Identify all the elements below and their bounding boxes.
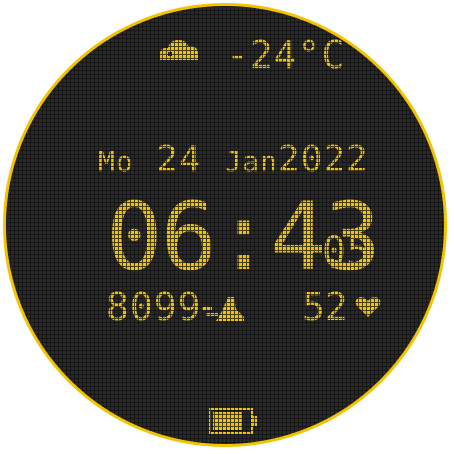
- heart-icon: [355, 296, 381, 321]
- footsteps-icon: [202, 291, 250, 328]
- heart-rate: 52: [302, 285, 348, 329]
- date-line: Mo 24 Jan2022: [98, 142, 369, 178]
- cloud-icon: [154, 34, 204, 65]
- day-of-month: 24: [156, 139, 202, 180]
- battery-icon: [209, 408, 259, 437]
- month: Jan: [224, 145, 279, 178]
- year: 2022: [278, 139, 369, 180]
- day-of-week: Mo: [98, 145, 134, 178]
- time-seconds: 05: [322, 229, 371, 275]
- watch-face: -24°C Mo 24 Jan2022 06:43 05 8099 52: [3, 3, 447, 447]
- temperature: -24°C: [226, 33, 346, 77]
- step-count: 8099: [106, 285, 202, 329]
